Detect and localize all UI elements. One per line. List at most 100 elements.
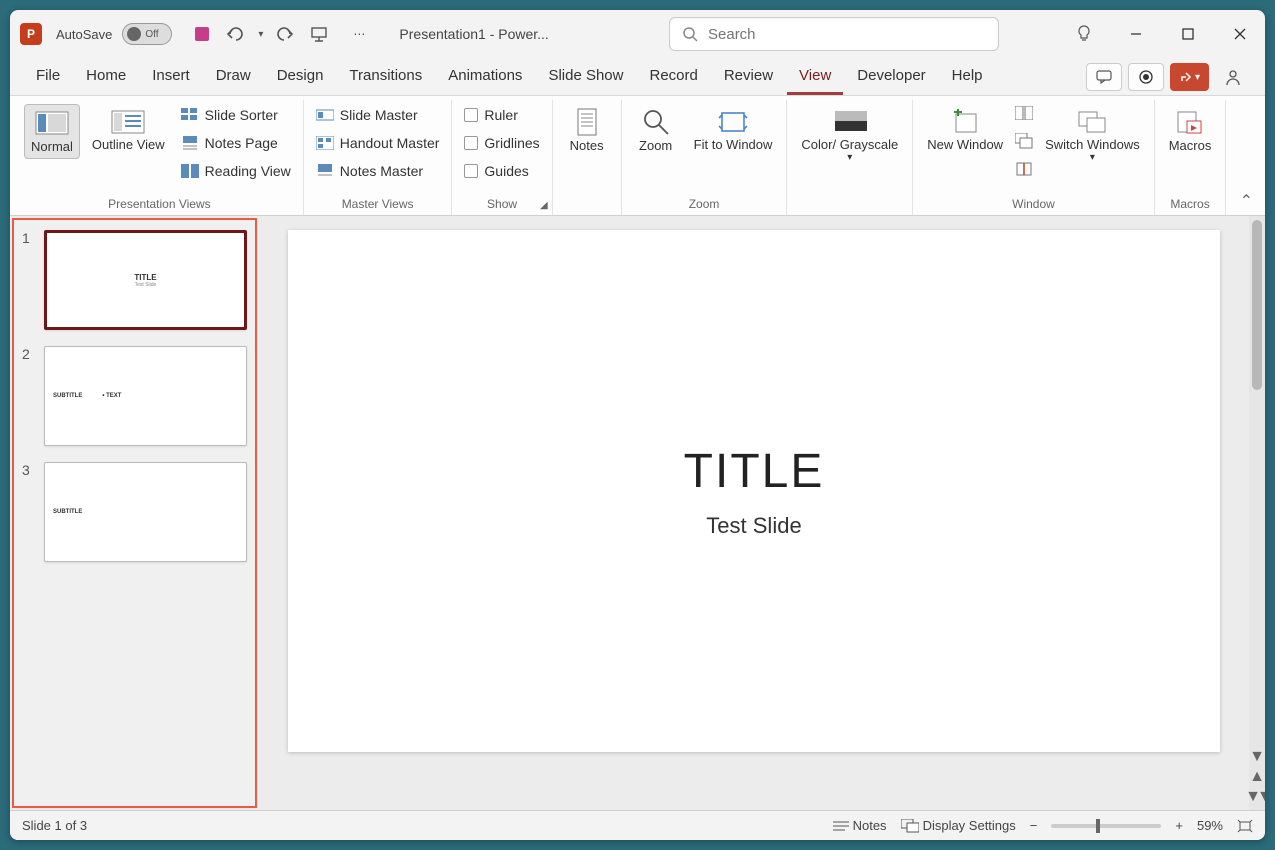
- ribbon-right: ▾: [1086, 63, 1251, 95]
- account-button[interactable]: [1215, 63, 1251, 91]
- slide-thumbnail-3[interactable]: SUBTITLE: [44, 462, 247, 562]
- app-window: P AutoSave Off ▾ ⋯ Presentation1 - Power…: [10, 10, 1265, 840]
- camera-button[interactable]: [1128, 63, 1164, 91]
- notes-toggle[interactable]: Notes: [833, 818, 887, 833]
- display-settings[interactable]: Display Settings: [901, 818, 1016, 833]
- notes-button[interactable]: Notes: [561, 104, 613, 157]
- zoom-slider[interactable]: [1051, 824, 1161, 828]
- maximize-button[interactable]: [1173, 19, 1203, 49]
- slide-counter[interactable]: Slide 1 of 3: [22, 818, 87, 833]
- reading-view-button[interactable]: Reading View: [177, 160, 295, 182]
- undo-dropdown-icon[interactable]: ▾: [258, 29, 263, 40]
- autosave-state: Off: [145, 29, 158, 40]
- fit-icon: [1237, 819, 1253, 833]
- group-label-window: Window: [1012, 195, 1055, 213]
- color-grayscale-button[interactable]: Color/ Grayscale ▾: [795, 104, 904, 167]
- slide-thumbnail-2[interactable]: SUBTITLE • TEXT: [44, 346, 247, 446]
- slide-subtitle[interactable]: Test Slide: [706, 513, 801, 539]
- document-title: Presentation1 - Power...: [399, 26, 548, 42]
- close-icon: [1234, 28, 1246, 40]
- tab-review[interactable]: Review: [712, 59, 785, 95]
- qat-customize-button[interactable]: ⋯: [347, 22, 371, 46]
- person-icon: [1224, 68, 1242, 86]
- slide-canvas[interactable]: TITLE Test Slide: [288, 230, 1220, 752]
- share-button[interactable]: ▾: [1170, 63, 1209, 91]
- tips-button[interactable]: [1069, 19, 1099, 49]
- tab-animations[interactable]: Animations: [436, 59, 534, 95]
- outline-view-button[interactable]: Outline View: [86, 104, 171, 156]
- notes-page-button[interactable]: Notes Page: [177, 132, 295, 154]
- tab-file[interactable]: File: [24, 59, 72, 95]
- tab-slideshow[interactable]: Slide Show: [536, 59, 635, 95]
- reading-view-icon: [181, 164, 199, 178]
- cascade-button[interactable]: [1015, 132, 1033, 150]
- ruler-checkbox[interactable]: Ruler: [460, 104, 543, 126]
- new-window-button[interactable]: New Window: [921, 104, 1009, 156]
- search-icon: [682, 26, 698, 42]
- tab-help[interactable]: Help: [940, 59, 995, 95]
- search-box[interactable]: [669, 17, 999, 51]
- tab-transitions[interactable]: Transitions: [337, 59, 434, 95]
- guides-checkbox[interactable]: Guides: [460, 160, 543, 182]
- fit-to-window-button[interactable]: Fit to Window: [688, 104, 779, 156]
- zoom-slider-knob[interactable]: [1096, 819, 1100, 833]
- tab-draw[interactable]: Draw: [204, 59, 263, 95]
- minimize-button[interactable]: [1121, 19, 1151, 49]
- thumbnail-row-1: 1 TITLE Test Slide: [22, 230, 247, 330]
- tab-insert[interactable]: Insert: [140, 59, 202, 95]
- autosave-toggle[interactable]: Off: [122, 23, 172, 45]
- save-icon: [193, 25, 211, 43]
- ribbon-content: Normal Outline View Slide Sorter Notes P…: [10, 96, 1265, 216]
- group-notes: Notes: [553, 100, 622, 215]
- arrange-all-button[interactable]: [1015, 104, 1033, 122]
- close-button[interactable]: [1225, 19, 1255, 49]
- tab-record[interactable]: Record: [637, 59, 709, 95]
- move-split-button[interactable]: [1015, 160, 1033, 178]
- color-grayscale-icon: [833, 108, 867, 136]
- zoom-in-button[interactable]: +: [1175, 818, 1183, 833]
- collapse-ribbon-button[interactable]: ⌃: [1240, 191, 1253, 211]
- zoom-button[interactable]: Zoom: [630, 104, 682, 157]
- autosave-label: AutoSave: [56, 27, 112, 42]
- group-label-color: [848, 195, 851, 213]
- undo-button[interactable]: [224, 22, 248, 46]
- group-label-master-views: Master Views: [342, 195, 414, 213]
- fit-window-label: Fit to Window: [694, 138, 773, 152]
- normal-view-button[interactable]: Normal: [24, 104, 80, 159]
- search-input[interactable]: [708, 26, 986, 43]
- show-dialog-launcher[interactable]: ◢: [540, 200, 548, 211]
- group-show: Ruler Gridlines Guides Show ◢: [452, 100, 552, 215]
- gridlines-checkbox[interactable]: Gridlines: [460, 132, 543, 154]
- slide-thumbnail-1[interactable]: TITLE Test Slide: [44, 230, 247, 330]
- checkbox-icon: [464, 108, 478, 122]
- group-macros: Macros Macros: [1155, 100, 1227, 215]
- vertical-scrollbar[interactable]: ▼ ▲ ▼▼: [1249, 216, 1265, 810]
- nav-prev-icon[interactable]: ▲: [1249, 768, 1265, 786]
- tab-developer[interactable]: Developer: [845, 59, 937, 95]
- tab-home[interactable]: Home: [74, 59, 138, 95]
- tab-design[interactable]: Design: [265, 59, 336, 95]
- macros-button[interactable]: Macros: [1163, 104, 1218, 157]
- thumbnail-row-3: 3 SUBTITLE: [22, 462, 247, 562]
- fit-to-window-status[interactable]: [1237, 819, 1253, 833]
- thumbnail-number: 1: [22, 230, 36, 246]
- redo-button[interactable]: [273, 22, 297, 46]
- cascade-icon: [1015, 133, 1033, 149]
- comments-button[interactable]: [1086, 63, 1122, 91]
- scrollbar-thumb[interactable]: [1252, 220, 1262, 390]
- nav-down-icon[interactable]: ▼: [1249, 748, 1265, 766]
- slide-nav-arrows: ▼ ▲ ▼▼: [1249, 744, 1265, 810]
- switch-windows-button[interactable]: Switch Windows ▾: [1039, 104, 1146, 167]
- handout-master-button[interactable]: Handout Master: [312, 132, 444, 154]
- normal-view-label: Normal: [31, 139, 73, 154]
- slideshow-from-start-button[interactable]: [307, 22, 331, 46]
- outline-view-label: Outline View: [92, 138, 165, 152]
- zoom-out-button[interactable]: −: [1030, 818, 1038, 833]
- tab-view[interactable]: View: [787, 59, 843, 95]
- slide-sorter-button[interactable]: Slide Sorter: [177, 104, 295, 126]
- save-button[interactable]: [190, 22, 214, 46]
- zoom-level[interactable]: 59%: [1197, 818, 1223, 833]
- notes-master-button[interactable]: Notes Master: [312, 160, 444, 182]
- slide-master-button[interactable]: Slide Master: [312, 104, 444, 126]
- slide-title[interactable]: TITLE: [684, 444, 825, 499]
